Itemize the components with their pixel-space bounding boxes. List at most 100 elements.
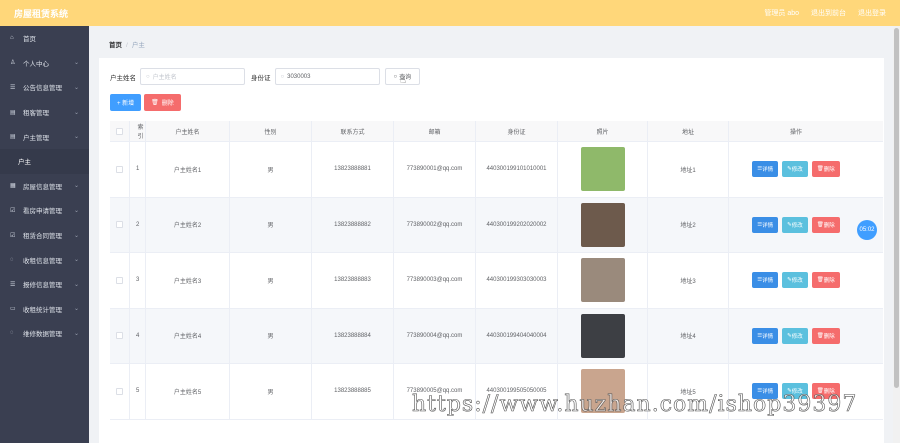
row-checkbox[interactable] [116, 276, 123, 284]
delete-button[interactable]: 🗑 删除 [811, 161, 840, 178]
admin-label: 管理员 abo [764, 10, 799, 17]
logout-link[interactable]: 退出登录 [858, 8, 886, 18]
index-cell: 2 [130, 197, 146, 252]
delete-icon: 🗑 [816, 166, 824, 173]
sidebar-item-8[interactable]: ☑ 租赁合同管理 ⌄ [0, 223, 89, 248]
checkbox-cell [110, 308, 130, 363]
sidebar-item-0[interactable]: ⌂ 首页 [0, 26, 89, 51]
owner-name-input[interactable]: ○ 户主姓名 [140, 68, 245, 85]
breadcrumb: 首页 / 户主 [109, 39, 145, 49]
detail-button[interactable]: ☰ 详情 [752, 272, 779, 289]
photo-cell [558, 197, 648, 252]
delete-button[interactable]: 🗑 删除 [811, 216, 840, 233]
sidebar-item-1[interactable]: ♙ 个人中心 ⌄ [0, 51, 89, 76]
delete-button-label: 删除 [823, 278, 835, 285]
sidebar-item-7[interactable]: ☑ 看房申请管理 ⌄ [0, 198, 89, 223]
sidebar: ⌂ 首页 ♙ 个人中心 ⌄ ☰ 公告信息管理 ⌄ ▤ 租客管理 ⌄ ▤ 户主管理 ⌄ 户主 ▦ 房屋信息管理 ⌄ ☑… [0, 26, 89, 443]
index-cell: 3 [130, 253, 146, 308]
timer-badge[interactable]: 05:02 [857, 220, 877, 240]
sidebar-item-11[interactable]: ▭ 收租统计管理 ⌄ [0, 297, 89, 322]
operations-cell: ☰ 详情 ✎ 修改 🗑 删除 [729, 142, 863, 197]
id-card-cell: 440300199404040004 [476, 308, 558, 363]
delete-button-label: 删除 [823, 167, 835, 174]
exit-to-front-link[interactable]: 退出到前台 [811, 8, 846, 18]
sidebar-item-6[interactable]: ▦ 房屋信息管理 ⌄ [0, 174, 89, 199]
detail-button[interactable]: ☰ 详情 [752, 216, 779, 233]
phone-cell: 13823888882 [312, 197, 394, 252]
sidebar-item-label: 首页 [23, 36, 36, 44]
list-icon: ☰ [10, 84, 16, 91]
email-cell: 773890002@qq.com [394, 197, 476, 252]
detail-button[interactable]: ☰ 详情 [752, 327, 779, 344]
id-card-cell: 440300199202020002 [476, 197, 558, 252]
detail-button-label: 详情 [762, 278, 774, 285]
edit-button[interactable]: ✎ 修改 [782, 327, 808, 344]
gender-cell: 男 [230, 308, 312, 363]
sidebar-item-2[interactable]: ☰ 公告信息管理 ⌄ [0, 75, 89, 100]
breadcrumb-home[interactable]: 首页 [109, 42, 122, 49]
delete-button[interactable]: 🗑 删除 [811, 327, 840, 344]
checkbox-cell [110, 253, 130, 308]
chevron-down-icon: ⌄ [73, 84, 79, 91]
photo-cell [558, 142, 648, 197]
check-icon: ☑ [10, 232, 16, 239]
batch-delete-label: 删除 [161, 101, 174, 107]
sidebar-item-label: 房屋信息管理 [23, 183, 62, 191]
row-checkbox[interactable] [116, 332, 123, 340]
edit-button[interactable]: ✎ 修改 [782, 216, 808, 233]
gender-cell: 男 [230, 253, 312, 308]
table-row: 4 户主姓名4 男 13823888884 773890004@qq.com 440300… [110, 308, 883, 364]
sidebar-item-4[interactable]: ▤ 户主管理 ⌄ [0, 124, 89, 149]
column-header: 地址 [648, 121, 729, 141]
row-checkbox[interactable] [116, 221, 123, 229]
id-card-input[interactable]: ○ 3030003 [274, 68, 380, 85]
edit-button-label: 修改 [791, 333, 803, 340]
photo-cell [558, 253, 648, 308]
column-header: 索引 [130, 121, 146, 141]
home-icon: ⌂ [10, 35, 14, 42]
operations-cell: ☰ 详情 ✎ 修改 🗑 删除 [729, 253, 863, 308]
sidebar-item-10[interactable]: ☰ 报修信息管理 ⌄ [0, 272, 89, 297]
owner-table: 索引 户主姓名 性别 联系方式 邮箱 身份证 照片 地址 操作 1 户主姓名1 男 138238888… [110, 121, 883, 420]
sidebar-item-label: 个人中心 [23, 60, 49, 68]
address-cell: 地址4 [648, 308, 729, 363]
scrollbar[interactable] [893, 26, 900, 443]
search-form: 户主姓名 ○ 户主姓名 身份证 ○ 3030003 ○ 查询 [110, 68, 421, 85]
select-all-checkbox[interactable] [116, 127, 123, 135]
breadcrumb-current: 户主 [131, 42, 145, 49]
sidebar-item-9[interactable]: ◌ 收租信息管理 ⌄ [0, 247, 89, 272]
index-cell: 1 [130, 142, 146, 197]
sidebar-item-5[interactable]: 户主 [0, 148, 89, 174]
phone-cell: 13823888881 [312, 142, 394, 197]
address-cell: 地址2 [648, 197, 729, 252]
owner-photo [580, 258, 625, 303]
row-checkbox[interactable] [116, 165, 123, 173]
sidebar-item-label: 看房申请管理 [23, 208, 62, 216]
chevron-down-icon: ⌄ [73, 207, 79, 214]
chevron-down-icon: ⌄ [73, 109, 79, 116]
table-header: 索引 户主姓名 性别 联系方式 邮箱 身份证 照片 地址 操作 [110, 121, 883, 142]
sidebar-item-3[interactable]: ▤ 租客管理 ⌄ [0, 100, 89, 125]
detail-button[interactable]: ☰ 详情 [752, 161, 779, 178]
sidebar-item-12[interactable]: ◌ 维修数据管理 ⌄ [0, 321, 89, 346]
sidebar-item-label: 户主 [18, 159, 31, 167]
edit-button[interactable]: ✎ 修改 [782, 161, 808, 178]
edit-button-label: 修改 [791, 222, 803, 229]
chat-icon: ◌ [10, 256, 14, 263]
owner-photo [580, 313, 625, 358]
doc-icon: ▤ [10, 134, 16, 141]
checkbox-cell [110, 197, 130, 252]
detail-button-label: 详情 [762, 222, 774, 229]
add-button[interactable]: + 新增 [110, 94, 142, 111]
row-checkbox[interactable] [116, 387, 123, 395]
batch-delete-button[interactable]: 🗑 删除 [144, 94, 181, 111]
delete-button[interactable]: 🗑 删除 [811, 272, 840, 289]
sidebar-item-label: 报修信息管理 [23, 282, 62, 290]
scrollbar-thumb[interactable] [894, 28, 899, 388]
phone-cell: 13823888884 [312, 308, 394, 363]
detail-button-label: 详情 [762, 167, 774, 174]
gender-cell: 男 [230, 364, 312, 419]
search-icon: ○ [393, 73, 398, 80]
chevron-down-icon: ⌄ [73, 183, 79, 190]
edit-button[interactable]: ✎ 修改 [782, 272, 808, 289]
